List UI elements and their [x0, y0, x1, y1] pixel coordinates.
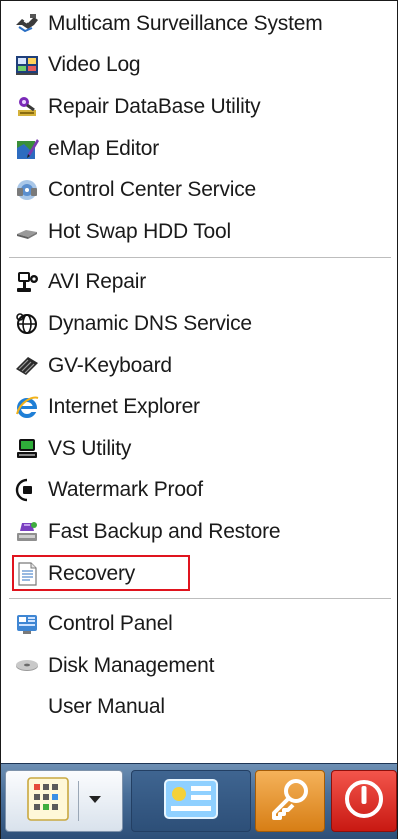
menu-group-system: Control Panel Disk Management User Manua…	[3, 603, 395, 728]
menu-item-label: User Manual	[48, 695, 165, 719]
menu-item-disk-management[interactable]: Disk Management	[3, 645, 395, 687]
app-launcher-window: Multicam Surveillance System Video Log R…	[0, 0, 398, 839]
start-menu-button[interactable]	[5, 770, 123, 832]
internet-explorer-icon	[14, 394, 40, 420]
power-button[interactable]	[331, 770, 397, 832]
vs-utility-icon	[14, 436, 40, 462]
menu-item-label: Watermark Proof	[48, 478, 203, 502]
menu-item-label: Video Log	[48, 53, 141, 77]
disk-icon	[14, 653, 40, 679]
menu-item-label: Repair DataBase Utility	[48, 94, 261, 118]
video-log-icon	[14, 52, 40, 78]
control-panel-icon	[14, 611, 40, 637]
menu-separator	[9, 598, 391, 600]
keyboard-icon	[14, 353, 40, 379]
hdd-tool-icon	[14, 219, 40, 245]
menu-group-main: Multicam Surveillance System Video Log R…	[3, 3, 395, 253]
menu-item-avi-repair[interactable]: AVI Repair	[3, 262, 395, 304]
menu-item-emap-editor[interactable]: eMap Editor	[3, 128, 395, 170]
menu-item-label: AVI Repair	[48, 270, 146, 294]
menu-item-label: Fast Backup and Restore	[48, 519, 281, 543]
control-panel-icon	[151, 776, 231, 827]
taskbar	[1, 763, 397, 839]
repair-database-icon	[14, 94, 40, 120]
control-center-icon	[14, 177, 40, 203]
menu-item-hot-swap[interactable]: Hot Swap HDD Tool	[3, 211, 395, 253]
menu-item-internet-explorer[interactable]: Internet Explorer	[3, 386, 395, 428]
menu-separator	[9, 256, 391, 258]
menu-item-label: Dynamic DNS Service	[48, 311, 252, 335]
avi-repair-icon	[14, 269, 40, 295]
menu-item-watermark-proof[interactable]: Watermark Proof	[3, 470, 395, 512]
menu-item-video-log[interactable]: Video Log	[3, 45, 395, 87]
power-icon	[341, 776, 387, 827]
menu-item-label: Hot Swap HDD Tool	[48, 219, 231, 243]
grid-menu-icon	[26, 776, 70, 827]
menu-item-fast-backup[interactable]: Fast Backup and Restore	[3, 511, 395, 553]
blank-icon	[14, 694, 40, 720]
key-icon	[265, 774, 315, 829]
menu-item-multicam[interactable]: Multicam Surveillance System	[3, 3, 395, 45]
program-menu: Multicam Surveillance System Video Log R…	[3, 3, 395, 763]
menu-item-label: GV-Keyboard	[48, 353, 172, 377]
control-panel-taskbar-button[interactable]	[131, 770, 251, 832]
menu-item-vs-utility[interactable]: VS Utility	[3, 428, 395, 470]
multicam-icon	[14, 11, 40, 37]
menu-item-recovery[interactable]: Recovery	[3, 553, 395, 595]
menu-item-label: Internet Explorer	[48, 395, 200, 419]
backup-icon	[14, 519, 40, 545]
menu-item-user-manual[interactable]: User Manual	[3, 687, 395, 729]
menu-item-label: Multicam Surveillance System	[48, 11, 323, 35]
menu-item-label: Control Center Service	[48, 178, 257, 202]
key-button[interactable]	[255, 770, 325, 832]
emap-icon	[14, 136, 40, 162]
menu-item-control-center[interactable]: Control Center Service	[3, 169, 395, 211]
menu-item-gv-keyboard[interactable]: GV-Keyboard	[3, 345, 395, 387]
menu-item-label: Disk Management	[48, 653, 215, 677]
menu-item-label: Recovery	[48, 561, 136, 585]
split-divider	[77, 781, 79, 821]
menu-item-repair-database[interactable]: Repair DataBase Utility	[3, 86, 395, 128]
menu-group-tools: AVI Repair Dynamic DNS Service GV-Keyboa…	[3, 262, 395, 595]
recovery-icon	[14, 561, 40, 587]
menu-item-label: VS Utility	[48, 436, 132, 460]
menu-item-label: Control Panel	[48, 612, 173, 636]
chevron-down-icon[interactable]	[87, 792, 103, 810]
menu-item-dynamic-dns[interactable]: Dynamic DNS Service	[3, 303, 395, 345]
menu-item-control-panel[interactable]: Control Panel	[3, 603, 395, 645]
menu-item-label: eMap Editor	[48, 136, 160, 160]
dns-icon	[14, 311, 40, 337]
watermark-icon	[14, 477, 40, 503]
